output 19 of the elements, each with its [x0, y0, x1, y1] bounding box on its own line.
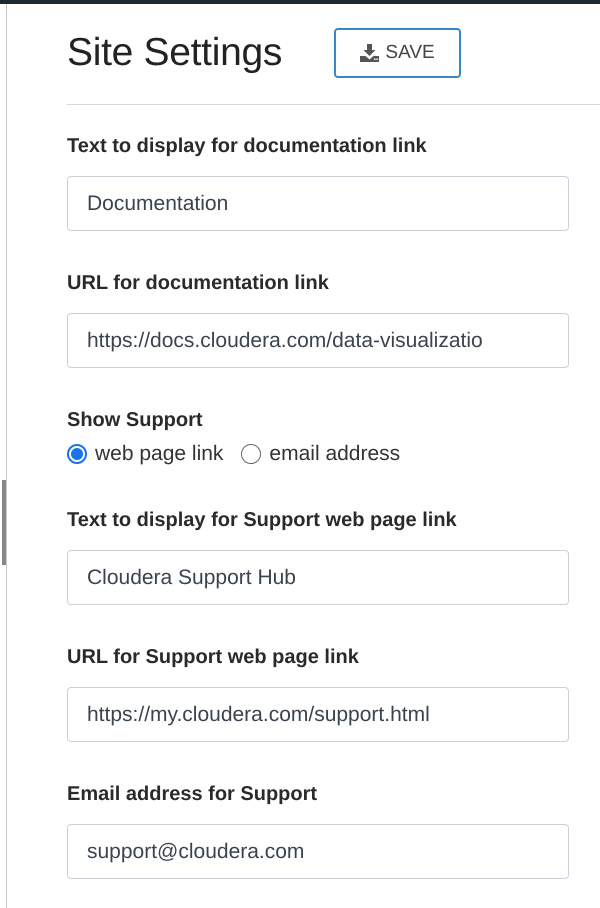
radio-option[interactable]: email address	[241, 442, 400, 466]
radio-button[interactable]	[67, 444, 87, 464]
field-label: Show Support	[67, 408, 203, 432]
save-button[interactable]: SAVE	[334, 28, 462, 78]
text-field[interactable]: support@cloudera.com	[67, 824, 569, 879]
text-field[interactable]: Documentation	[67, 176, 569, 231]
resize-handle[interactable]	[2, 480, 6, 565]
radio-option[interactable]: web page link	[67, 442, 224, 466]
radio-button[interactable]	[241, 444, 262, 464]
field-label: Email address for Support	[67, 782, 318, 806]
text-field[interactable]: https://my.cloudera.com/support.html	[67, 687, 569, 742]
download-icon	[360, 44, 380, 62]
text-field[interactable]: https://docs.cloudera.com/data-visualizatio	[67, 313, 569, 368]
field-label: Text to display for documentation link	[67, 134, 427, 158]
text-field[interactable]: Cloudera Support Hub	[67, 550, 569, 605]
field-label: Text to display for Support web page link	[67, 508, 457, 532]
field-label: URL for documentation link	[67, 271, 329, 295]
page-title: Site Settings	[67, 30, 282, 76]
field-label: URL for Support web page link	[67, 645, 359, 669]
